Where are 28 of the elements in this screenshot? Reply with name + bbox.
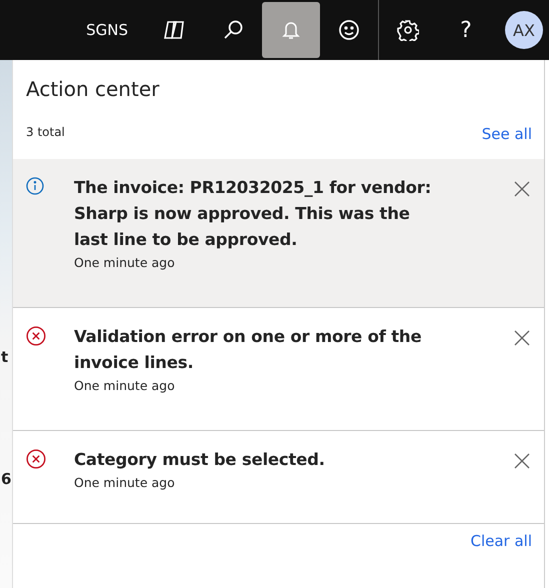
notification-card[interactable]: Category must be selected. One minute ago	[13, 431, 544, 524]
info-icon	[26, 177, 44, 195]
panel-title: Action center	[25, 76, 160, 103]
help-button[interactable]: ?	[437, 2, 495, 58]
close-button[interactable]	[512, 179, 532, 199]
notification-time: One minute ago	[74, 475, 176, 490]
notification-card[interactable]: Validation error on one or more of the invoice lines. One minute ago	[13, 308, 544, 431]
notification-time: One minute ago	[74, 378, 176, 393]
search-icon	[222, 19, 244, 41]
company-name[interactable]: SGNS	[86, 2, 128, 58]
settings-icon	[397, 19, 419, 41]
notification-message: Category must be selected.	[74, 449, 326, 471]
notification-count: 3 total	[26, 125, 65, 139]
notification-time: One minute ago	[74, 255, 176, 270]
background-text: 6	[1, 470, 12, 488]
close-button[interactable]	[512, 328, 532, 348]
error-icon	[26, 326, 46, 346]
notification-message: The invoice: PR12032025_1 for vendor: Sharp is now approved. This was the last line to be approved.	[74, 177, 432, 251]
bell-icon	[282, 20, 300, 40]
avatar-button[interactable]: AX	[505, 11, 543, 49]
close-button[interactable]	[512, 451, 532, 471]
smiley-icon	[338, 19, 360, 41]
notification-card[interactable]: The invoice: PR12032025_1 for vendor: Sharp is now approved. This was the last line to be approved. One minute ago	[13, 159, 544, 308]
notification-message: Validation error on one or more of the invoice lines.	[74, 326, 422, 374]
clear-all-link[interactable]: Clear all	[470, 532, 532, 550]
background-text: t	[1, 348, 8, 366]
see-all-link[interactable]: See all	[482, 125, 532, 143]
error-icon	[26, 449, 46, 469]
